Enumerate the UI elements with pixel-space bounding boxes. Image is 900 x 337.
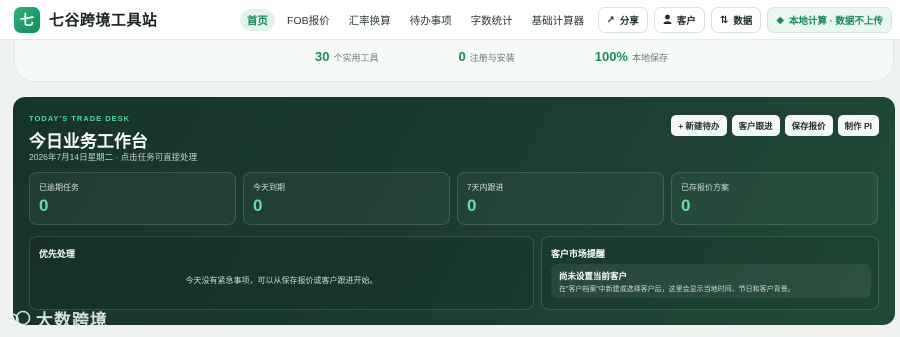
desk-eyebrow: TODAY'S TRADE DESK — [29, 114, 131, 123]
stat-label: 今天到期 — [253, 183, 285, 192]
stat-label: 已存报价方案 — [681, 183, 729, 192]
hero-stat-number: 0 — [458, 49, 466, 64]
customer-follow-up-button[interactable]: 客户跟进 — [731, 115, 780, 136]
desk-title: 今日业务工作台 — [29, 132, 148, 151]
data-label: 数据 — [733, 16, 753, 27]
stat-card-saved-quotes[interactable]: 已存报价方案 0 — [671, 172, 878, 225]
user-icon — [663, 14, 672, 27]
market-reminder-panel: 客户市场提醒 尚未设置当前客户 在“客户档案”中新建或选择客户后，这里会显示当地… — [541, 236, 879, 310]
sort-arrows-icon: ⇅ — [719, 14, 729, 26]
new-todo-button[interactable]: + 新建待办 — [671, 115, 727, 136]
hero-stats: 30 个实用工具 0 注册与安装 100% 本地保存 — [315, 49, 748, 64]
local-compute-badge[interactable]: ◆ 本地计算 · 数据不上传 — [767, 7, 892, 33]
priority-title: 优先处理 — [39, 249, 76, 259]
watermark-text: 大数跨境 — [36, 311, 108, 330]
priority-panel: 优先处理 今天没有紧急事项，可以从保存报价或客户跟进开始。 — [29, 236, 534, 310]
make-pi-button[interactable]: 制作 PI — [837, 115, 879, 136]
current-customer-card[interactable]: 尚未设置当前客户 在“客户档案”中新建或选择客户后，这里会显示当地时间、节日和客… — [551, 264, 871, 298]
trade-desk-panel: TODAY'S TRADE DESK 今日业务工作台 2026年7月14日星期二… — [13, 97, 895, 325]
hero-stat-label: 注册与安装 — [469, 53, 515, 63]
brand-name: 七谷跨境工具站 — [49, 12, 158, 29]
data-button[interactable]: ⇅ 数据 — [710, 7, 762, 33]
nav-item-fob-quote[interactable]: FOB报价 — [280, 9, 337, 31]
hero-stat: 30 个实用工具 — [315, 49, 378, 64]
hero-stat-label: 本地保存 — [631, 53, 668, 63]
share-button[interactable]: ↗ 分享 — [597, 7, 648, 33]
header-actions: ↗ 分享 客户 ⇅ 数据 ◆ 本地计算 · 数据不上传 — [592, 7, 892, 33]
current-customer-desc: 在“客户档案”中新建或选择客户后，这里会显示当地时间、节日和客户背景。 — [559, 286, 795, 293]
desk-actions: + 新建待办 客户跟进 保存报价 制作 PI — [666, 115, 879, 136]
customer-button[interactable]: 客户 — [653, 7, 705, 33]
current-customer-title: 尚未设置当前客户 — [559, 271, 628, 281]
desk-stats-row: 已逾期任务 0 今天到期 0 7天内跟进 0 已存报价方案 0 — [29, 172, 878, 225]
hero-stat-label: 个实用工具 — [333, 53, 379, 63]
stat-value: 0 — [253, 196, 263, 215]
stat-card-overdue[interactable]: 已逾期任务 0 — [29, 172, 236, 225]
stat-value: 0 — [681, 196, 691, 215]
desk-date-subtitle: 2026年7月14日星期二 · 点击任务可直接处理 — [29, 152, 198, 162]
stat-value: 0 — [467, 196, 477, 215]
stat-card-due-today[interactable]: 今天到期 0 — [243, 172, 450, 225]
hero-stat: 0 注册与安装 — [458, 49, 514, 64]
nav-item-home[interactable]: 首页 — [240, 9, 275, 31]
share-label: 分享 — [619, 16, 639, 27]
stat-label: 7天内跟进 — [467, 183, 504, 192]
nav-item-word-count[interactable]: 字数统计 — [464, 9, 520, 31]
watermark: 大数跨境 — [4, 306, 108, 331]
nav-item-calculator[interactable]: 基础计算器 — [525, 9, 592, 31]
arrow-up-right-icon: ↗ — [606, 14, 615, 26]
priority-empty-message: 今天没有紧急事项，可以从保存报价或客户跟进开始。 — [185, 276, 378, 285]
stat-value: 0 — [39, 196, 49, 215]
watermark-logo-icon — [5, 310, 31, 327]
hero-stat-number: 100% — [594, 49, 628, 64]
hero-stat-number: 30 — [315, 49, 330, 64]
save-quote-button[interactable]: 保存报价 — [784, 115, 833, 136]
hero-stat: 100% 本地保存 — [595, 49, 668, 64]
market-reminder-title: 客户市场提醒 — [551, 249, 606, 259]
nav-item-exchange-rate[interactable]: 汇率换算 — [342, 9, 398, 31]
local-compute-label: 本地计算 · 数据不上传 — [789, 16, 883, 27]
stat-card-follow-up-7days[interactable]: 7天内跟进 0 — [457, 172, 664, 225]
main-nav: 首页 FOB报价 汇率换算 待办事项 字数统计 基础计算器 — [240, 9, 596, 31]
brand-logo: 七 — [14, 6, 40, 33]
diamond-icon: ◆ — [776, 14, 785, 26]
brand[interactable]: 七 七谷跨境工具站 — [14, 6, 158, 33]
nav-item-todo[interactable]: 待办事项 — [403, 9, 459, 31]
top-bar: 七 七谷跨境工具站 首页 FOB报价 汇率换算 待办事项 字数统计 基础计算器 … — [0, 0, 900, 40]
stat-label: 已逾期任务 — [39, 183, 79, 192]
customer-label: 客户 — [676, 16, 696, 27]
